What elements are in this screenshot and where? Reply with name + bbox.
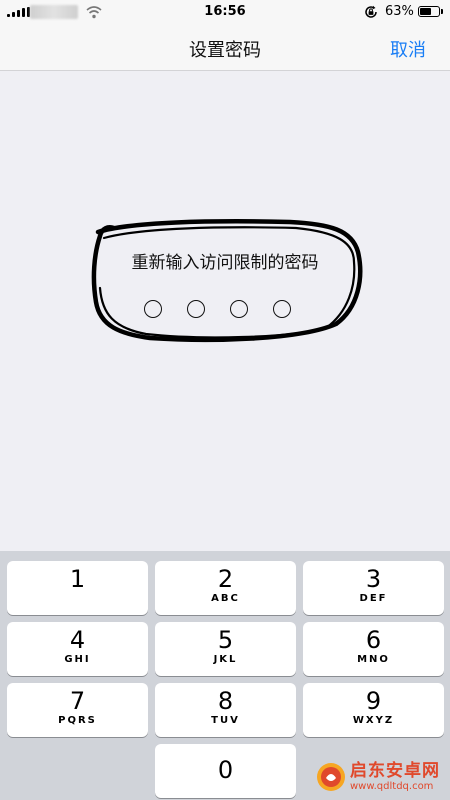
key-1[interactable]: 1 <box>7 561 148 615</box>
key-letters: MNO <box>357 654 390 665</box>
key-letters: GHI <box>64 654 91 665</box>
passcode-dot <box>230 300 248 318</box>
watermark-logo-icon <box>317 763 345 791</box>
key-number: 4 <box>69 626 86 654</box>
hand-drawn-highlight-loop <box>91 219 363 343</box>
key-letters: DEF <box>359 593 388 604</box>
battery-percent: 63% <box>385 4 414 19</box>
site-watermark: 启东安卓网 www.qdltdq.com <box>316 757 448 797</box>
passcode-dot <box>144 300 162 318</box>
passcode-dots <box>144 300 291 318</box>
key-4[interactable]: 4 GHI <box>7 622 148 676</box>
key-number: 1 <box>69 565 86 593</box>
key-number: 3 <box>365 565 382 593</box>
orientation-lock-icon <box>365 5 377 18</box>
passcode-prompt: 重新输入访问限制的密码 <box>131 253 319 273</box>
key-number: 7 <box>69 687 86 715</box>
passcode-dot <box>273 300 291 318</box>
watermark-name: 启东安卓网 <box>350 761 440 782</box>
watermark-text: 启东安卓网 www.qdltdq.com <box>350 762 440 792</box>
key-letters: TUV <box>211 715 240 726</box>
key-8[interactable]: 8 TUV <box>155 683 296 737</box>
key-number: 6 <box>365 626 382 654</box>
key-number: 8 <box>217 687 234 715</box>
key-9[interactable]: 9 WXYZ <box>303 683 444 737</box>
key-number: 5 <box>217 626 234 654</box>
passcode-dot <box>187 300 205 318</box>
key-letters: PQRS <box>58 715 97 726</box>
key-6[interactable]: 6 MNO <box>303 622 444 676</box>
navigation-bar: 设置密码 取消 <box>0 24 450 71</box>
battery-tip <box>441 9 443 14</box>
page-title: 设置密码 <box>189 40 261 61</box>
cancel-button[interactable]: 取消 <box>390 36 426 62</box>
key-letters: WXYZ <box>352 715 395 726</box>
status-time: 16:56 <box>204 4 246 19</box>
status-bar: 16:56 63% <box>0 0 450 24</box>
key-3[interactable]: 3 DEF <box>303 561 444 615</box>
key-0[interactable]: 0 <box>155 744 296 798</box>
battery-icon <box>418 6 440 17</box>
key-number: 9 <box>365 687 382 715</box>
key-letters: JKL <box>213 654 238 665</box>
key-number: 2 <box>217 565 234 593</box>
key-7[interactable]: 7 PQRS <box>7 683 148 737</box>
watermark-url: www.qdltdq.com <box>350 780 434 792</box>
key-5[interactable]: 5 JKL <box>155 622 296 676</box>
key-2[interactable]: 2 ABC <box>155 561 296 615</box>
screen: 16:56 63% 设置密码 取消 重新输入访问限制的密码 1 2 ABC 3 … <box>0 0 450 800</box>
key-number: 0 <box>217 756 234 784</box>
battery-level-fill <box>420 8 431 15</box>
key-letters: ABC <box>211 593 240 604</box>
